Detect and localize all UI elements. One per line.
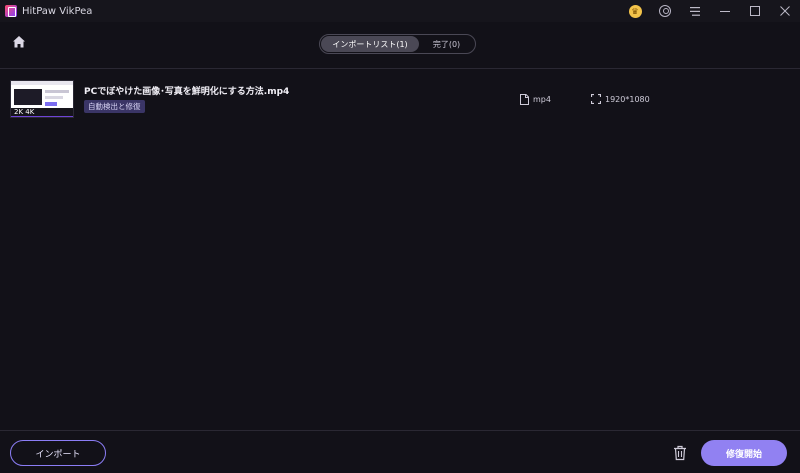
file-format-value: mp4 [533, 95, 551, 104]
list-item[interactable]: 2K 4K PCでぼやけた画像･写真を鮮明化にする方法.mp4 自動検出と修復 … [0, 70, 800, 128]
thumbnail-text: 2K 4K [14, 108, 35, 116]
tab-import-list[interactable]: インポートリスト(1) [321, 36, 419, 52]
trash-icon[interactable] [673, 445, 687, 461]
maximize-icon [750, 6, 760, 16]
app-logo-icon [5, 5, 17, 17]
file-name: PCでぼやけた画像･写真を鮮明化にする方法.mp4 [84, 87, 290, 97]
premium-button[interactable]: ♛ [620, 0, 650, 22]
minimize-button[interactable] [710, 0, 740, 22]
minimize-icon [720, 11, 730, 12]
file-resolution-value: 1920*1080 [605, 94, 650, 104]
file-resolution: 1920*1080 [591, 94, 650, 104]
resolution-icon [591, 94, 601, 104]
home-icon[interactable] [12, 35, 26, 49]
import-button[interactable]: インポート [10, 440, 106, 466]
menu-button[interactable] [680, 0, 710, 22]
menu-icon [690, 6, 700, 16]
window-controls: ♛ [620, 0, 800, 22]
title-bar: HitPaw VikPea ♛ [0, 0, 800, 22]
mode-tag: 自動検出と修復 [84, 100, 145, 113]
maximize-button[interactable] [740, 0, 770, 22]
start-repair-button[interactable]: 修復開始 [701, 440, 787, 466]
file-icon [520, 94, 529, 105]
account-button[interactable] [650, 0, 680, 22]
close-button[interactable] [770, 0, 800, 22]
file-format: mp4 [520, 94, 551, 105]
header-bar: インポートリスト(1) 完了(0) [0, 22, 800, 69]
tab-completed[interactable]: 完了(0) [419, 36, 474, 52]
close-icon [780, 6, 790, 16]
video-thumbnail: 2K 4K [10, 80, 74, 118]
account-icon [659, 5, 671, 17]
app-title: HitPaw VikPea [22, 5, 93, 17]
premium-icon: ♛ [628, 4, 642, 18]
tab-switcher: インポートリスト(1) 完了(0) [319, 34, 476, 54]
footer-bar: インポート 修復開始 [0, 430, 800, 473]
